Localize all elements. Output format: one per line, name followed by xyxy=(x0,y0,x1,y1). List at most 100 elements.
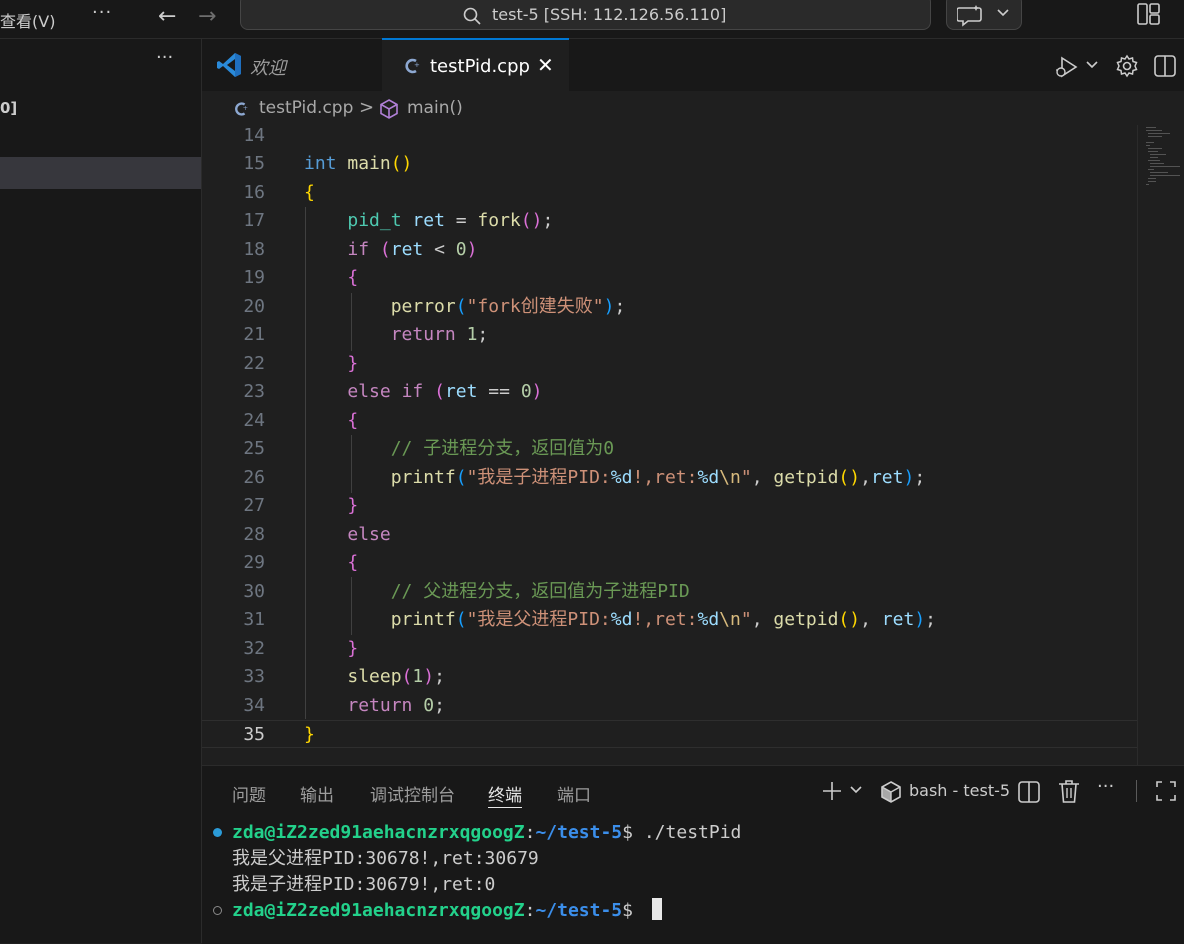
toolbar-divider xyxy=(1136,780,1137,802)
command-pending-indicator[interactable] xyxy=(213,906,222,915)
command-center-title: test-5 [SSH: 112.126.56.110] xyxy=(492,5,727,24)
line-number: 26 xyxy=(243,467,265,488)
terminal-name[interactable]: bash - test-5 xyxy=(909,781,1010,800)
code-line: 27 } xyxy=(202,492,1137,520)
code-line: 19 { xyxy=(202,264,1137,292)
line-number: 16 xyxy=(243,182,265,203)
back-arrow-icon[interactable]: ← xyxy=(158,4,176,29)
panel-tab-ports[interactable]: 端口 xyxy=(557,781,591,806)
split-editor-icon[interactable] xyxy=(1153,54,1177,78)
line-number: 31 xyxy=(243,609,265,630)
search-icon xyxy=(463,7,481,25)
code-line: 17 pid_t ret = fork(); xyxy=(202,207,1137,235)
cpp-file-icon: + xyxy=(235,102,248,116)
code-line: 18 if (ret < 0) xyxy=(202,236,1137,264)
line-number: 22 xyxy=(243,353,265,374)
line-number: 15 xyxy=(243,153,265,174)
split-terminal-icon[interactable] xyxy=(1017,780,1041,804)
gear-icon[interactable] xyxy=(1115,54,1139,78)
minimap[interactable] xyxy=(1140,125,1184,195)
tab-testpid-cpp[interactable]: + testPid.cpp ✕ xyxy=(382,38,569,93)
code-line: 14 xyxy=(202,122,1137,150)
line-number: 28 xyxy=(243,524,265,545)
line-number: 18 xyxy=(243,239,265,260)
code-line: 34 return 0; xyxy=(202,692,1137,720)
code-line: 28 else xyxy=(202,521,1137,549)
side-panel-selected-item[interactable] xyxy=(0,157,201,189)
close-icon[interactable]: ✕ xyxy=(537,53,554,77)
terminal-bash-icon xyxy=(881,781,901,803)
command-success-indicator[interactable] xyxy=(213,828,222,837)
line-number: 21 xyxy=(243,324,265,345)
line-number: 14 xyxy=(243,125,265,146)
panel-tab-debug-console[interactable]: 调试控制台 xyxy=(370,781,455,806)
code-line-current: 35 } xyxy=(202,720,1137,748)
breadcrumb-file[interactable]: testPid.cpp xyxy=(259,98,353,118)
terminal-output-line: 我是子进程PID:30679!,ret:0 xyxy=(232,874,496,895)
code-line: 15 int main() xyxy=(202,150,1137,178)
trash-icon[interactable] xyxy=(1057,779,1081,805)
run-debug-icon[interactable] xyxy=(1054,55,1080,79)
title-bar: 查看(V) ··· ← → test-5 [SSH: 112.126.56.11… xyxy=(0,0,1184,39)
panel-tab-problems[interactable]: 问题 xyxy=(232,781,266,806)
chat-sparkle-icon xyxy=(957,5,982,27)
svg-text:+: + xyxy=(414,61,420,69)
cpp-file-icon: + xyxy=(405,58,420,74)
command-center-search[interactable]: test-5 [SSH: 112.126.56.110] xyxy=(240,0,931,30)
tab-welcome[interactable]: 欢迎 xyxy=(202,39,382,91)
line-number: 20 xyxy=(243,296,265,317)
vscode-logo-icon xyxy=(217,53,241,77)
terminal-prompt-line[interactable]: zda@iZ2zed91aehacnzrxqgoogZ:~/test-5$ xyxy=(232,898,662,924)
chevron-down-icon xyxy=(997,9,1009,17)
line-number: 17 xyxy=(243,210,265,231)
code-line: 26 printf("我是子进程PID:%d!,ret:%d\n", getpi… xyxy=(202,464,1137,492)
breadcrumb: + testPid.cpp > main() xyxy=(202,91,1184,125)
terminal-prompt-line: zda@iZ2zed91aehacnzrxqgoogZ:~/test-5$ ./… xyxy=(232,822,742,843)
line-number: 33 xyxy=(243,666,265,687)
side-panel: ··· 0] xyxy=(0,39,202,943)
code-line: 33 sleep(1); xyxy=(202,663,1137,691)
code-line: 29 { xyxy=(202,549,1137,577)
panel-tab-terminal[interactable]: 终端 xyxy=(488,781,522,806)
code-editor[interactable]: 14 15 int main() 16 { 17 pid_t ret = for… xyxy=(202,125,1184,765)
editor-tab-bar: 欢迎 + testPid.cpp ✕ xyxy=(202,38,1184,93)
line-number: 32 xyxy=(243,638,265,659)
code-line: 32 } xyxy=(202,635,1137,663)
side-panel-more-button[interactable]: ··· xyxy=(156,47,173,68)
copilot-chat-button[interactable] xyxy=(946,0,1022,30)
terminal-output-line: 我是父进程PID:30678!,ret:30679 xyxy=(232,848,539,869)
line-number: 25 xyxy=(243,438,265,459)
chevron-down-icon[interactable] xyxy=(1086,61,1098,69)
side-panel-title-fragment: 0] xyxy=(0,99,18,117)
tab-label: testPid.cpp xyxy=(430,56,530,77)
tab-label: 欢迎 xyxy=(250,58,286,79)
panel-tab-output[interactable]: 输出 xyxy=(300,781,334,806)
line-number: 30 xyxy=(243,581,265,602)
active-tab-indicator xyxy=(488,807,522,808)
line-number: 35 xyxy=(243,724,265,745)
code-line: 31 printf("我是父进程PID:%d!,ret:%d\n", getpi… xyxy=(202,606,1137,634)
plus-icon[interactable] xyxy=(821,780,843,802)
breadcrumb-separator: > xyxy=(359,97,375,118)
code-line: 20 perror("fork创建失败"); xyxy=(202,293,1137,321)
code-line: 25 // 子进程分支，返回值为0 xyxy=(202,435,1137,463)
code-line: 24 { xyxy=(202,407,1137,435)
layout-icon[interactable] xyxy=(1136,2,1162,26)
forward-arrow-icon[interactable]: → xyxy=(198,4,216,29)
menu-view[interactable]: 查看(V) xyxy=(0,8,55,32)
panel-more-button[interactable]: ··· xyxy=(1097,776,1114,797)
line-number: 27 xyxy=(243,495,265,516)
chevron-down-icon[interactable] xyxy=(850,786,862,794)
breadcrumb-symbol[interactable]: main() xyxy=(407,98,463,118)
line-number: 23 xyxy=(243,381,265,402)
code-line: 23 else if (ret == 0) xyxy=(202,378,1137,406)
code-line: 22 } xyxy=(202,350,1137,378)
code-line: 16 { xyxy=(202,179,1137,207)
menu-more-button[interactable]: ··· xyxy=(92,2,112,23)
line-number: 29 xyxy=(243,552,265,573)
svg-text:+: + xyxy=(243,105,248,112)
editor-scrollbar[interactable] xyxy=(1137,125,1138,765)
maximize-panel-icon[interactable] xyxy=(1155,780,1177,802)
code-line: 21 return 1; xyxy=(202,321,1137,349)
bottom-panel: 问题 输出 调试控制台 终端 端口 bash - test-5 ··· zda@… xyxy=(202,765,1184,944)
